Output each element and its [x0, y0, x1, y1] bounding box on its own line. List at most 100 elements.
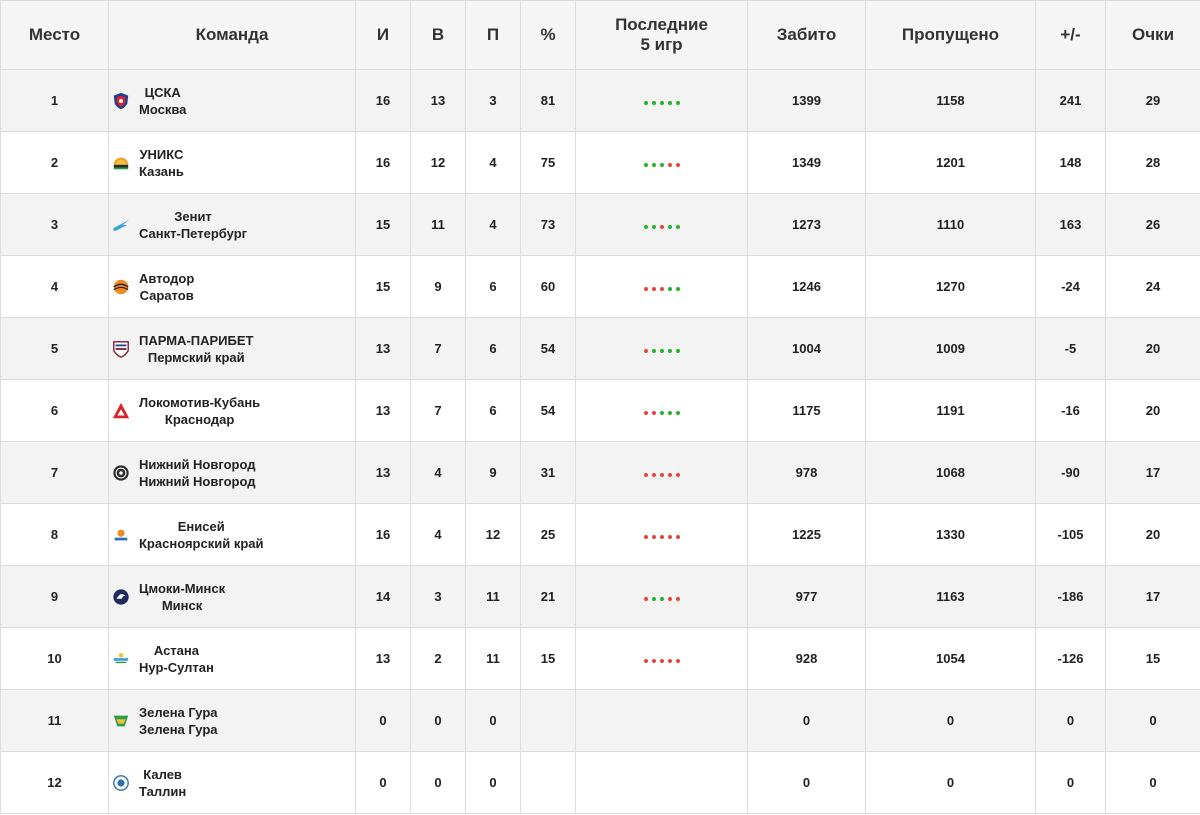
games-cell: 13 [355, 379, 411, 442]
team-name[interactable]: Енисей [139, 518, 263, 535]
conceded-cell: 1158 [865, 69, 1036, 132]
header-wins[interactable]: В [410, 0, 466, 70]
team-cell[interactable]: Автодор Саратов [108, 255, 356, 318]
loss-dot [659, 659, 664, 663]
header-losses[interactable]: П [465, 0, 521, 70]
win-dot [659, 349, 664, 353]
points-cell: 17 [1105, 565, 1200, 628]
team-cell[interactable]: УНИКС Казань [108, 131, 356, 194]
team-wrap[interactable]: Зенит Санкт-Петербург [109, 208, 355, 242]
conceded-cell: 1110 [865, 193, 1036, 256]
avtodor-logo-icon [109, 275, 133, 299]
team-wrap[interactable]: УНИКС Казань [109, 146, 355, 180]
header-points[interactable]: Очки [1105, 0, 1200, 70]
team-cell[interactable]: Енисей Красноярский край [108, 503, 356, 566]
team-wrap[interactable]: Автодор Саратов [109, 270, 355, 304]
header-games[interactable]: И [355, 0, 411, 70]
form-dots [643, 411, 680, 415]
tsmoki-logo-icon [109, 585, 133, 609]
enisey-logo-icon [109, 523, 133, 547]
team-text: Цмоки-Минск Минск [139, 580, 225, 614]
team-name[interactable]: Автодор [139, 270, 194, 287]
team-name[interactable]: Зелена Гура [139, 704, 218, 721]
team-text: Калев Таллин [139, 766, 186, 800]
table-row[interactable]: 3 Зенит Санкт-Петербург 15 11 4 73 1273 1110 1… [0, 193, 1200, 256]
team-name[interactable]: Цмоки-Минск [139, 580, 225, 597]
header-team[interactable]: Команда [108, 0, 356, 70]
team-cell[interactable]: Локомотив-Кубань Краснодар [108, 379, 356, 442]
team-wrap[interactable]: Нижний Новгород Нижний Новгород [109, 456, 355, 490]
wins-cell: 7 [410, 379, 466, 442]
table-row[interactable]: 5 ПАРМА-ПАРИБЕТ Пермский край 13 7 6 54 1004… [0, 317, 1200, 380]
points-cell: 28 [1105, 131, 1200, 194]
team-cell[interactable]: Астана Нур-Султан [108, 627, 356, 690]
points-cell: 15 [1105, 627, 1200, 690]
header-last-five[interactable]: Последние 5 игр [575, 0, 748, 70]
loss-dot [667, 473, 672, 477]
header-place[interactable]: Место [0, 0, 109, 70]
team-name[interactable]: Астана [139, 642, 214, 659]
team-wrap[interactable]: ПАРМА-ПАРИБЕТ Пермский край [109, 332, 355, 366]
team-cell[interactable]: ЦСКА Москва [108, 69, 356, 132]
last-five-cell [575, 689, 748, 752]
zenit-logo-icon [109, 213, 133, 237]
team-cell[interactable]: Зенит Санкт-Петербург [108, 193, 356, 256]
team-name[interactable]: Зенит [139, 208, 247, 225]
table-row[interactable]: 12 Калев Таллин 0000000 [0, 751, 1200, 814]
header-percent[interactable]: % [520, 0, 576, 70]
points-cell: 20 [1105, 317, 1200, 380]
lokomotiv-logo-icon [109, 399, 133, 423]
team-wrap[interactable]: ЦСКА Москва [109, 84, 355, 118]
last-five-cell [575, 193, 748, 256]
table-row[interactable]: 1 ЦСКА Москва 16 13 3 81 1399 1158 241 29 [0, 69, 1200, 132]
team-wrap[interactable]: Зелена Гура Зелена Гура [109, 704, 355, 738]
place-cell: 8 [0, 503, 109, 566]
team-city: Нур-Султан [139, 659, 214, 675]
conceded-cell: 1330 [865, 503, 1036, 566]
team-name[interactable]: УНИКС [139, 146, 184, 163]
last-five-cell [575, 255, 748, 318]
win-dot [667, 349, 672, 353]
header-conceded[interactable]: Пропущено [865, 0, 1036, 70]
percent-cell: 21 [520, 565, 576, 628]
team-name[interactable]: Нижний Новгород [139, 456, 256, 473]
team-name[interactable]: ЦСКА [139, 84, 186, 101]
team-cell[interactable]: Нижний Новгород Нижний Новгород [108, 441, 356, 504]
team-cell[interactable]: Калев Таллин [108, 751, 356, 814]
form-dots [643, 287, 680, 291]
team-cell[interactable]: ПАРМА-ПАРИБЕТ Пермский край [108, 317, 356, 380]
table-row[interactable]: 6 Локомотив-Кубань Краснодар 13 7 6 54 1175 1… [0, 379, 1200, 442]
table-row[interactable]: 7 Нижний Новгород Нижний Новгород 13 4 9 31… [0, 441, 1200, 504]
team-wrap[interactable]: Локомотив-Кубань Краснодар [109, 394, 355, 428]
place-cell: 2 [0, 131, 109, 194]
table-row[interactable]: 8 Енисей Красноярский край 16 4 12 25 1225 13… [0, 503, 1200, 566]
kalev-logo-icon [109, 771, 133, 795]
team-wrap[interactable]: Астана Нур-Султан [109, 642, 355, 676]
team-wrap[interactable]: Енисей Красноярский край [109, 518, 355, 552]
team-text: Нижний Новгород Нижний Новгород [139, 456, 256, 490]
team-city: Таллин [139, 783, 187, 799]
cska-logo-icon [109, 89, 133, 113]
table-row[interactable]: 2 УНИКС Казань 16 12 4 75 1349 1201 148 28 [0, 131, 1200, 194]
table-row[interactable]: 11 Зелена Гура Зелена Гура 0000000 [0, 689, 1200, 752]
table-row[interactable]: 9 Цмоки-Минск Минск 14 3 11 21 977 1163 -186 17 [0, 565, 1200, 628]
team-name[interactable]: ПАРМА-ПАРИБЕТ [139, 332, 253, 349]
table-row[interactable]: 4 Автодор Саратов 15 9 6 60 1246 1270 -24 24 [0, 255, 1200, 318]
wins-cell: 4 [410, 503, 466, 566]
team-name[interactable]: Локомотив-Кубань [139, 394, 260, 411]
team-name[interactable]: Калев [139, 766, 186, 783]
losses-cell: 11 [465, 627, 521, 690]
last-five-cell [575, 441, 748, 504]
loss-dot [675, 163, 680, 167]
win-dot [643, 101, 648, 105]
diff-cell: 0 [1035, 751, 1106, 814]
team-wrap[interactable]: Цмоки-Минск Минск [109, 580, 355, 614]
header-scored[interactable]: Забито [747, 0, 866, 70]
last-five-cell [575, 379, 748, 442]
team-wrap[interactable]: Калев Таллин [109, 766, 355, 800]
team-cell[interactable]: Зелена Гура Зелена Гура [108, 689, 356, 752]
table-row[interactable]: 10 Астана Нур-Султан 13 2 11 15 928 1054 -126 1… [0, 627, 1200, 690]
header-diff[interactable]: +/- [1035, 0, 1106, 70]
team-text: Астана Нур-Султан [139, 642, 214, 676]
team-cell[interactable]: Цмоки-Минск Минск [108, 565, 356, 628]
